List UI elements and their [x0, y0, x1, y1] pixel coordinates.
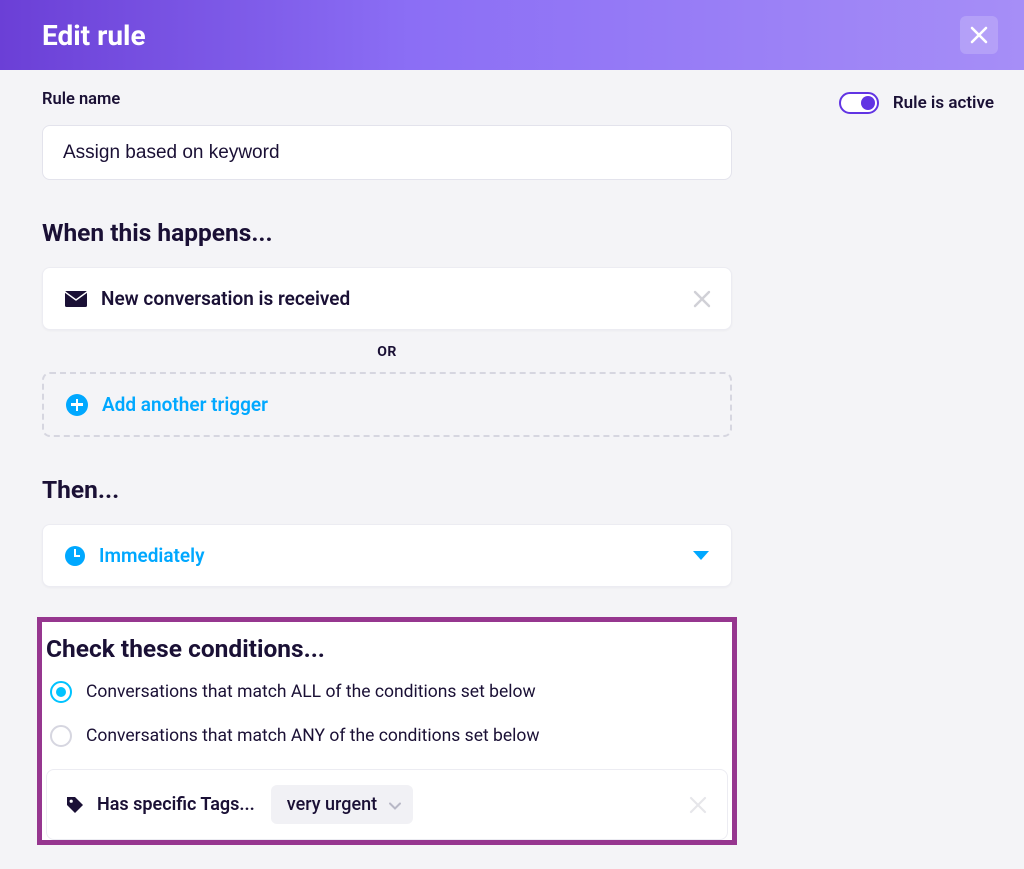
tag-icon	[65, 795, 85, 815]
toggle-knob	[861, 96, 875, 110]
plus-circle-icon	[66, 394, 88, 416]
add-trigger-button[interactable]: Add another trigger	[42, 372, 732, 437]
condition-row: Has specific Tags... very urgent	[46, 769, 728, 840]
remove-condition-button[interactable]	[689, 796, 707, 814]
condition-type-label: Has specific Tags...	[97, 794, 255, 815]
radio-indicator-unchecked	[50, 725, 72, 747]
condition-value-select[interactable]: very urgent	[271, 785, 413, 824]
rule-name-label: Rule name	[42, 90, 732, 109]
triggers-section-title: When this happens...	[42, 218, 732, 247]
trigger-card[interactable]: New conversation is received	[42, 267, 732, 330]
rule-active-toggle[interactable]	[839, 92, 879, 114]
conditions-match-all-label: Conversations that match ALL of the cond…	[86, 682, 536, 702]
rule-active-label: Rule is active	[893, 93, 994, 113]
condition-value-label: very urgent	[287, 794, 377, 815]
conditions-match-any-label: Conversations that match ANY of the cond…	[86, 726, 540, 746]
clock-icon	[65, 546, 85, 566]
close-icon	[689, 796, 707, 814]
rule-name-input[interactable]	[42, 125, 732, 180]
trigger-or-separator: OR	[42, 344, 732, 360]
close-button[interactable]	[960, 16, 998, 54]
remove-trigger-button[interactable]	[693, 290, 711, 308]
modal-header: Edit rule	[0, 0, 1024, 70]
conditions-match-all-radio[interactable]: Conversations that match ALL of the cond…	[46, 681, 728, 703]
trigger-label: New conversation is received	[101, 287, 350, 310]
chevron-down-icon	[389, 794, 401, 815]
timing-selected-label: Immediately	[99, 544, 205, 567]
conditions-highlight: Check these conditions... Conversations …	[37, 617, 737, 845]
conditions-match-any-radio[interactable]: Conversations that match ANY of the cond…	[46, 725, 728, 747]
close-icon	[970, 26, 988, 44]
timing-select[interactable]: Immediately	[42, 524, 732, 587]
radio-indicator-checked	[50, 681, 72, 703]
inbox-icon	[65, 291, 87, 307]
timing-section-title: Then...	[42, 475, 732, 504]
close-icon	[693, 290, 711, 308]
add-trigger-label: Add another trigger	[102, 393, 268, 416]
modal-title: Edit rule	[42, 19, 146, 52]
chevron-down-icon	[693, 551, 709, 560]
conditions-section-title: Check these conditions...	[46, 634, 728, 663]
